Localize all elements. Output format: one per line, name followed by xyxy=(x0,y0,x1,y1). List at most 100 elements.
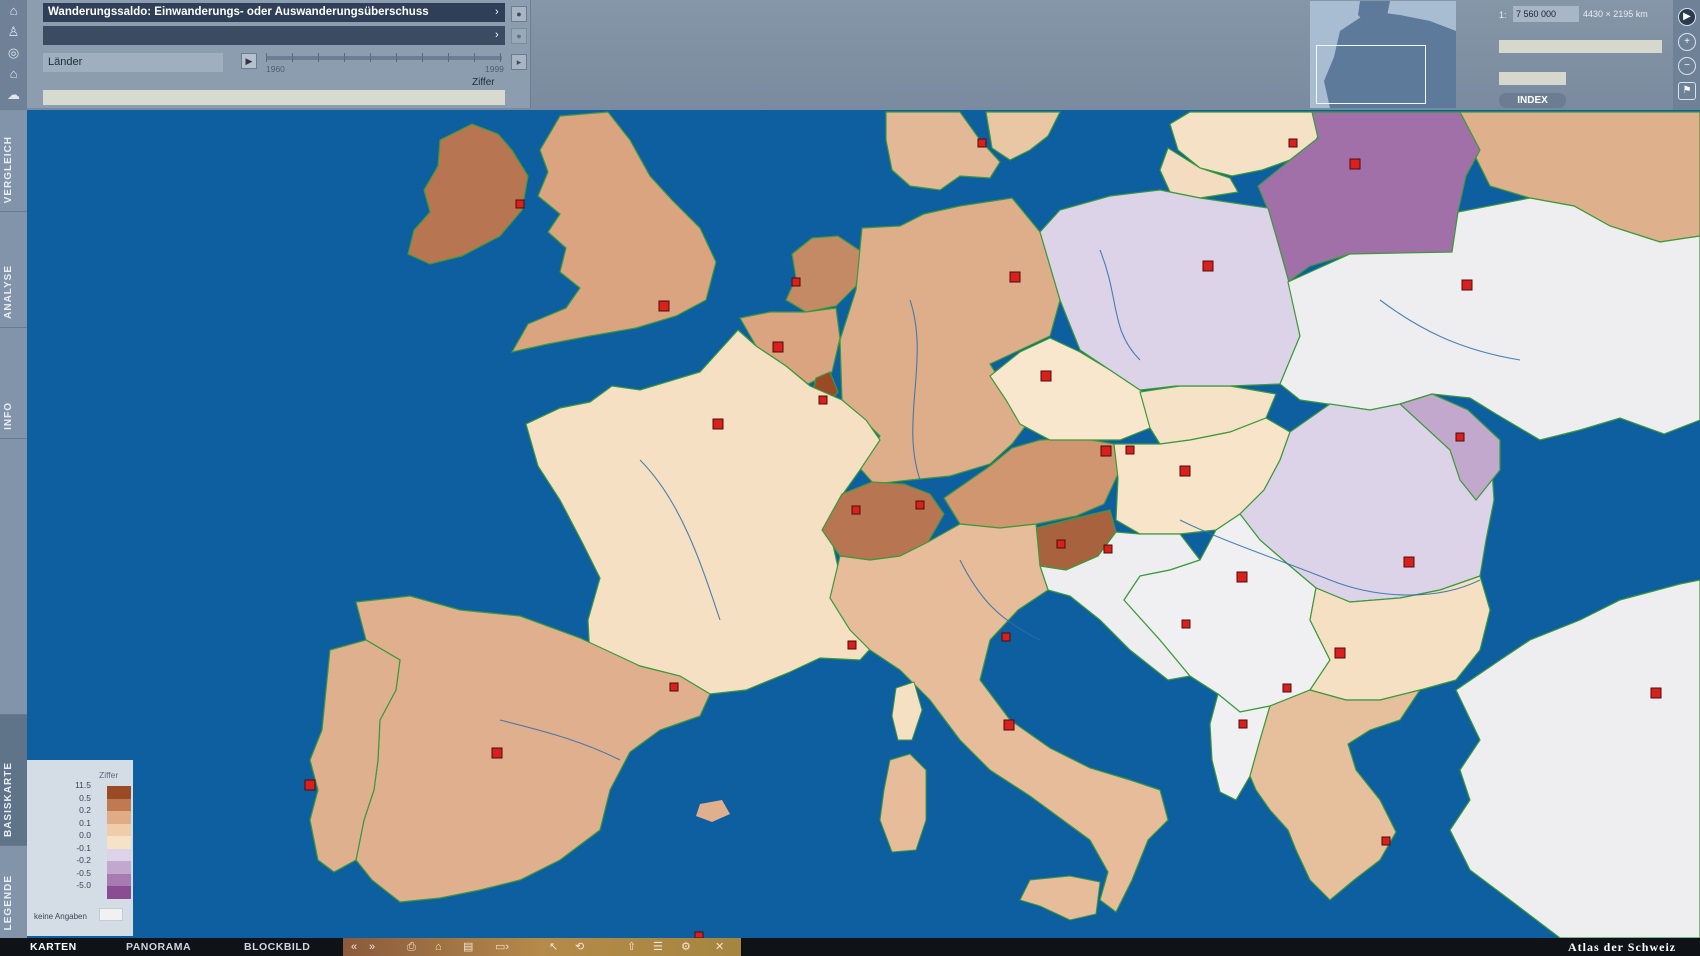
legend-no-data-swatch xyxy=(99,908,123,921)
tab-legende[interactable]: LEGENDE xyxy=(0,846,27,939)
legend-value: -0.2 xyxy=(76,855,91,865)
bottom-bar: KARTEN PANORAMA BLOCKBILD « » ⎙ ⌂ ▤ ▭› ↖… xyxy=(0,938,1700,956)
legend-swatch xyxy=(107,861,131,874)
legend-title: Ziffer xyxy=(99,770,119,780)
settings-icon[interactable]: ⚙ xyxy=(681,938,691,956)
legend-swatch xyxy=(107,811,131,824)
list-icon[interactable]: ☰ xyxy=(653,938,663,956)
tab-info[interactable]: INFO xyxy=(0,328,27,439)
legend-value: 0.1 xyxy=(79,817,91,828)
legend-value: -0.1 xyxy=(76,842,91,853)
rotate-icon[interactable]: ⟲ xyxy=(575,938,584,956)
index-field[interactable] xyxy=(1499,72,1566,85)
legend-value: -0.5 xyxy=(76,867,91,878)
capital-berlin xyxy=(1009,271,1021,283)
time-slider[interactable] xyxy=(266,53,502,62)
back-icon[interactable]: « xyxy=(351,938,357,956)
subtitle-chevron-icon[interactable]: › xyxy=(495,26,505,45)
tab-basiskarte[interactable]: BASISKARTE xyxy=(0,715,27,846)
status-bar xyxy=(43,90,505,105)
timeline-start-year: 1960 xyxy=(266,64,285,74)
export-icon[interactable]: ⎙ xyxy=(407,938,416,956)
play-icon[interactable]: ▶ xyxy=(241,53,257,69)
legend-swatch xyxy=(107,873,131,887)
capital-bucharest xyxy=(1403,556,1415,568)
capital-monaco xyxy=(847,640,857,650)
capital-warsaw xyxy=(1202,260,1214,272)
tab-vergleich[interactable]: VERGLEICH xyxy=(0,111,27,212)
legend-value: 0.0 xyxy=(79,830,91,840)
pointer-icon[interactable]: ↖ xyxy=(549,938,558,956)
europe-map[interactable] xyxy=(27,110,1700,939)
forward-icon[interactable]: » xyxy=(369,938,375,956)
capital-paris xyxy=(712,418,724,430)
option-icon[interactable]: ● xyxy=(511,28,527,44)
title-chevron-icon[interactable]: › xyxy=(495,3,505,22)
capital-vilnius-area xyxy=(1288,138,1298,148)
legend-value: 11.5 xyxy=(75,780,91,790)
play-icon[interactable]: ▶ xyxy=(1678,8,1696,26)
scale-input[interactable]: 7 560 000 xyxy=(1513,6,1579,22)
capital-kiev xyxy=(1461,279,1473,291)
capital-athens xyxy=(1381,836,1391,846)
search-field[interactable] xyxy=(1499,40,1662,53)
cloud-icon[interactable]: ☁ xyxy=(4,88,23,102)
capital-bern xyxy=(851,505,861,515)
record-icon[interactable]: ● xyxy=(511,6,527,22)
capital-london xyxy=(658,300,670,312)
map-title[interactable]: Wanderungssaldo: Einwanderungs- oder Aus… xyxy=(43,3,505,22)
capital-chisinau xyxy=(1455,432,1465,442)
toolbar-tools: « » ⎙ ⌂ ▤ ▭› ↖ ⟲ ⇧ ☰ ⚙ ✕ xyxy=(343,938,741,956)
map-extent: 4430 × 2195 km xyxy=(1583,9,1648,19)
zoom-in-icon[interactable]: + xyxy=(1678,33,1696,51)
left-rail-top: ⌂ ♙ ◎ ⌂ ☁ xyxy=(0,0,27,110)
capital-rome xyxy=(1003,719,1015,731)
legend-no-data-label: keine Angaben xyxy=(34,912,87,921)
tab-blockbild[interactable]: BLOCKBILD xyxy=(244,938,310,956)
building-icon[interactable]: ⌂ xyxy=(4,67,23,81)
right-rail: ▶ + − ⚑ xyxy=(1673,0,1700,110)
tab-karten[interactable]: KARTEN xyxy=(30,938,77,956)
legend-swatch xyxy=(107,886,131,899)
capital-luxembourg xyxy=(818,395,828,405)
capital-skopje xyxy=(1282,683,1292,693)
level-selector[interactable]: Länder xyxy=(43,53,223,72)
flag-icon[interactable]: ⚑ xyxy=(1678,82,1696,100)
send-icon[interactable]: ▭› xyxy=(495,938,509,956)
capital-ljubljana xyxy=(1056,539,1066,549)
tab-panorama[interactable]: PANORAMA xyxy=(126,938,191,956)
unit-label: Ziffer xyxy=(472,77,495,88)
layers-icon[interactable]: ⇧ xyxy=(627,938,636,956)
map-canvas[interactable] xyxy=(27,110,1700,939)
capital-vienna xyxy=(1100,445,1112,457)
capital-tirana xyxy=(1238,719,1248,729)
capital-bratislava xyxy=(1125,445,1135,455)
tree-icon[interactable]: ⌂ xyxy=(4,4,23,18)
legend-panel: Ziffer 11.5 0.5 0.2 0.1 0.0 -0.1 -0.2 -0.5 -5.0 … xyxy=(27,760,133,936)
capital-san-marino xyxy=(1001,632,1011,642)
capital-prague xyxy=(1040,370,1052,382)
capital-minsk xyxy=(1349,158,1361,170)
index-button[interactable]: INDEX xyxy=(1499,93,1566,108)
legend-value: 0.2 xyxy=(79,805,91,815)
capital-madrid xyxy=(491,747,503,759)
timeline-end-year: 1999 xyxy=(485,64,504,74)
capital-vaduz xyxy=(915,500,925,510)
tab-blank xyxy=(0,439,27,715)
legend-row: -5.0 xyxy=(35,880,131,899)
capital-dublin xyxy=(515,199,525,209)
print-icon[interactable]: ▤ xyxy=(463,938,473,956)
timeline-settings-icon[interactable]: ▸ xyxy=(511,54,527,70)
capital-brussels xyxy=(772,341,784,353)
globe-icon[interactable]: ◎ xyxy=(4,46,23,60)
lock-icon[interactable]: ⌂ xyxy=(435,938,442,956)
overview-viewport-frame[interactable] xyxy=(1316,45,1426,104)
capital-sarajevo xyxy=(1181,619,1191,629)
person-icon[interactable]: ♙ xyxy=(4,25,23,39)
capital-amsterdam xyxy=(791,277,801,287)
close-icon[interactable]: ✕ xyxy=(715,938,724,956)
subtitle-selector[interactable] xyxy=(43,26,505,45)
tab-analyse[interactable]: ANALYSE xyxy=(0,212,27,328)
zoom-out-icon[interactable]: − xyxy=(1678,57,1696,75)
capital-andorra xyxy=(669,682,679,692)
